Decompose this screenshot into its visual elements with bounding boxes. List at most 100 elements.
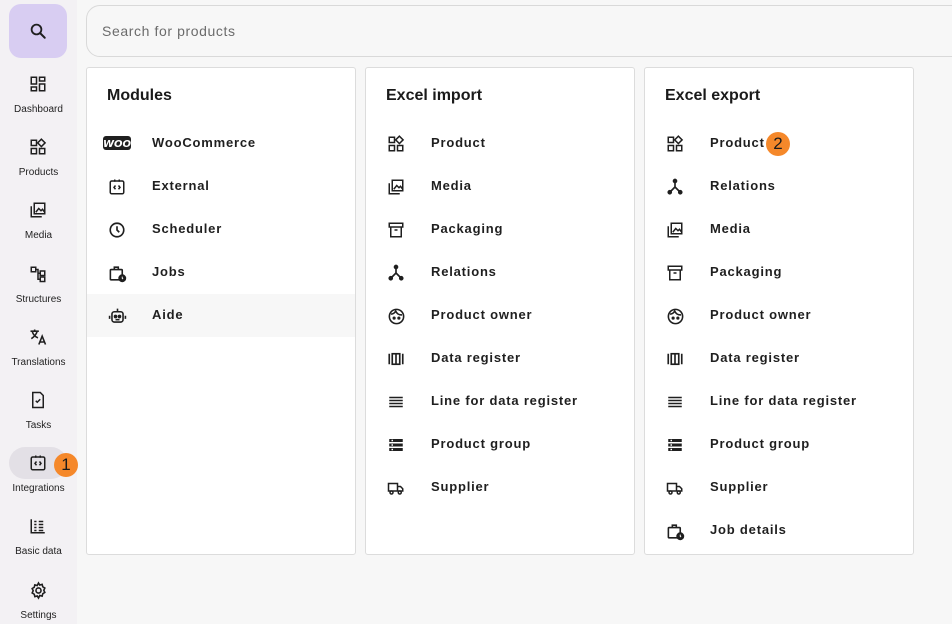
- list-item-label: Aide: [152, 307, 184, 322]
- step-badge: 2: [766, 132, 790, 156]
- dashboard-icon: [29, 75, 47, 93]
- list-item[interactable]: Jobs: [87, 251, 355, 294]
- robot-icon: [106, 305, 128, 327]
- sidebar-item-settings[interactable]: Settings: [0, 574, 77, 624]
- data-register-icon: [385, 348, 407, 370]
- sidebar-item-label: Media: [24, 230, 53, 241]
- list-item[interactable]: Relations: [645, 165, 913, 208]
- sidebar-item-label: Integrations: [12, 483, 65, 494]
- list-item[interactable]: Scheduler: [87, 208, 355, 251]
- media-icon: [385, 176, 407, 198]
- list-item[interactable]: External: [87, 165, 355, 208]
- list-item-label: Supplier: [710, 479, 769, 494]
- gear-icon: [29, 580, 48, 600]
- sidebar-item-products[interactable]: Products: [0, 131, 77, 191]
- sidebar-item-label: Basic data: [15, 546, 62, 557]
- list-item[interactable]: Media: [366, 165, 634, 208]
- list-item[interactable]: Data register: [366, 337, 634, 380]
- face-icon: [385, 305, 407, 327]
- list-item-label: WooCommerce: [152, 135, 256, 150]
- search-icon: [29, 22, 47, 40]
- svg-text:WOO: WOO: [103, 139, 131, 150]
- task-icon: [29, 391, 47, 409]
- truck-icon: [385, 477, 407, 499]
- list-item-label: Data register: [431, 350, 521, 365]
- data-register-icon: [664, 348, 686, 370]
- clock-icon: [106, 219, 128, 241]
- list-item-label: Packaging: [710, 264, 783, 279]
- truck-icon: [664, 477, 686, 499]
- sidebar-item-label: Structures: [15, 294, 62, 305]
- list-group-icon: [385, 434, 407, 456]
- list-item-label: Relations: [431, 264, 497, 279]
- list-item[interactable]: Supplier: [366, 466, 634, 509]
- media-icon: [29, 201, 47, 219]
- list-item[interactable]: Relations: [366, 251, 634, 294]
- product-icon: [385, 133, 407, 155]
- card-title: Excel import: [386, 87, 483, 104]
- sidebar-item-dashboard[interactable]: Dashboard: [0, 68, 77, 128]
- list-item-label: Jobs: [152, 264, 186, 279]
- list-item[interactable]: WOO WooCommerce: [87, 122, 355, 165]
- job-icon: [664, 520, 686, 542]
- list-item[interactable]: Supplier: [645, 466, 913, 509]
- list-item-label: Data register: [710, 350, 800, 365]
- sidebar-item-label: Products: [18, 167, 59, 178]
- list-item-label: Media: [431, 178, 472, 193]
- search-button[interactable]: [9, 4, 67, 58]
- list-item[interactable]: Packaging: [366, 208, 634, 251]
- archive-icon: [385, 219, 407, 241]
- list-item[interactable]: Data register: [645, 337, 913, 380]
- relations-icon: [664, 176, 686, 198]
- product-icon: [664, 133, 686, 155]
- sidebar-item-tasks[interactable]: Tasks: [0, 384, 77, 444]
- list-item-label: Packaging: [431, 221, 504, 236]
- media-icon: [664, 219, 686, 241]
- excel-import-card: Excel import Product Media Packaging Rel…: [365, 67, 635, 555]
- translate-icon: [28, 327, 48, 347]
- search-bar: [86, 5, 952, 57]
- basic-data-icon: [29, 517, 47, 535]
- list-item[interactable]: Product: [366, 122, 634, 165]
- list-item-label: Product: [431, 135, 486, 150]
- sidebar-item-structures[interactable]: Structures: [0, 258, 77, 318]
- sidebar-item-label: Translations: [11, 357, 66, 368]
- sidebar-item-translations[interactable]: Translations: [0, 321, 77, 381]
- list-item-label: Product group: [431, 436, 531, 451]
- list-item[interactable]: Product group: [645, 423, 913, 466]
- list-item[interactable]: Packaging: [645, 251, 913, 294]
- integration-icon: [29, 454, 47, 472]
- sidebar-item-basic-data[interactable]: Basic data: [0, 510, 77, 570]
- archive-icon: [664, 262, 686, 284]
- list-item[interactable]: Product group: [366, 423, 634, 466]
- woocommerce-icon: WOO: [103, 133, 131, 155]
- list-item-label: Line for data register: [431, 393, 578, 408]
- list-item[interactable]: Product owner: [645, 294, 913, 337]
- list-item-label: External: [152, 178, 210, 193]
- list-item-label: Relations: [710, 178, 776, 193]
- relations-icon: [385, 262, 407, 284]
- step-badge: 1: [54, 453, 78, 477]
- lines-icon: [385, 391, 407, 413]
- sidebar-item-label: Dashboard: [14, 104, 63, 115]
- card-title: Modules: [107, 87, 172, 104]
- excel-export-card: Excel export Product 2 Relations Media P…: [644, 67, 914, 555]
- sidebar-item-media[interactable]: Media: [0, 194, 77, 254]
- sidebar: Dashboard Products Media Structures Tran…: [0, 0, 78, 624]
- list-group-icon: [664, 434, 686, 456]
- sidebar-item-label: Settings: [20, 610, 57, 621]
- product-icon: [29, 138, 47, 156]
- list-item-label: Product: [710, 135, 765, 150]
- search-input[interactable]: [102, 6, 902, 56]
- list-item-label: Supplier: [431, 479, 490, 494]
- list-item[interactable]: Product owner: [366, 294, 634, 337]
- list-item[interactable]: Job details: [645, 509, 913, 552]
- list-item[interactable]: Line for data register: [645, 380, 913, 423]
- face-icon: [664, 305, 686, 327]
- list-item[interactable]: Media: [645, 208, 913, 251]
- list-item[interactable]: Aide: [87, 294, 355, 337]
- job-icon: [106, 262, 128, 284]
- list-item-label: Product group: [710, 436, 810, 451]
- list-item-label: Scheduler: [152, 221, 223, 236]
- list-item[interactable]: Line for data register: [366, 380, 634, 423]
